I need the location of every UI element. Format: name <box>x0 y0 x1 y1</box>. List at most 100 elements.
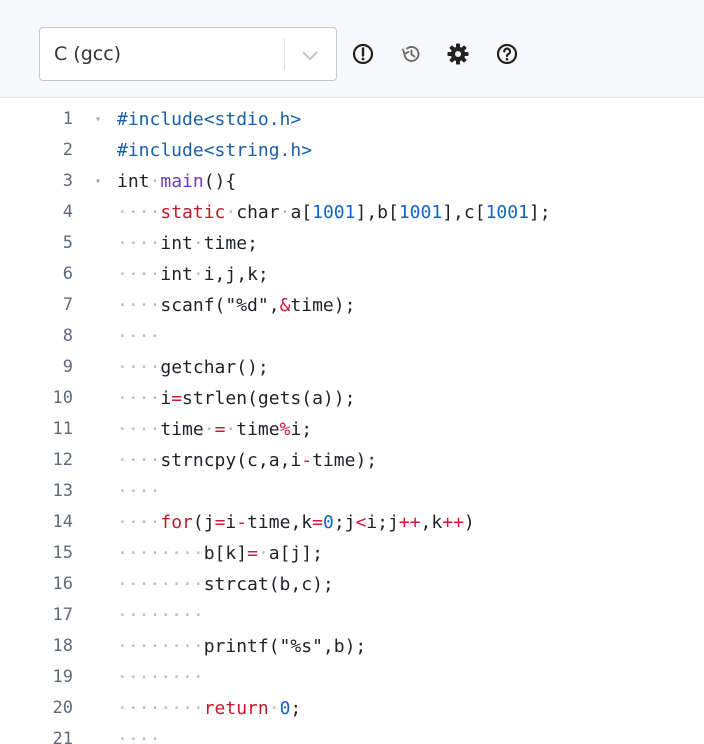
whitespace-marker: ···· <box>117 450 161 471</box>
code-text: ····time·=·time%i; <box>117 414 312 445</box>
history-icon[interactable] <box>399 42 423 66</box>
code-text: ····strncpy(c,a,i-time); <box>117 445 377 476</box>
code-line[interactable]: 3 ▾ int·main(){ <box>0 166 704 197</box>
code-token: b[k] <box>203 543 248 564</box>
gear-icon[interactable] <box>446 42 470 66</box>
code-line[interactable]: 10 ····i=strlen(gets(a)); <box>0 383 704 414</box>
code-text: int·main(){ <box>117 166 236 197</box>
code-line[interactable]: 5 ····int·time; <box>0 228 704 259</box>
code-line[interactable]: 19 ········ <box>0 662 704 693</box>
whitespace-marker: ···· <box>117 326 161 347</box>
whitespace-marker: ···· <box>117 202 161 223</box>
whitespace-marker: ········ <box>117 574 204 595</box>
whitespace-marker: · <box>279 202 291 223</box>
line-number: 2 <box>62 140 73 160</box>
code-token: scanf("%d", <box>160 295 280 316</box>
line-number: 9 <box>62 357 73 377</box>
code-token: int <box>160 233 193 254</box>
code-line[interactable]: 15 ········b[k]=·a[j]; <box>0 538 704 569</box>
code-token: = <box>214 419 226 440</box>
code-token: = <box>247 543 258 564</box>
code-line[interactable]: 6 ····int·i,j,k; <box>0 259 704 290</box>
whitespace-marker: ···· <box>117 295 161 316</box>
language-select[interactable]: C (gcc) <box>39 27 337 81</box>
alert-circle-icon[interactable] <box>351 42 375 66</box>
whitespace-marker: · <box>225 202 237 223</box>
select-separator <box>284 39 285 70</box>
line-number: 12 <box>52 450 73 470</box>
whitespace-marker: · <box>192 264 204 285</box>
whitespace-marker: ········ <box>117 543 204 564</box>
help-circle-icon[interactable] <box>495 42 519 66</box>
code-token: return <box>203 698 269 719</box>
code-line[interactable]: 4 ····static·char·a[1001],b[1001],c[1001]… <box>0 197 704 228</box>
code-token: strcat(b,c); <box>203 574 334 595</box>
code-token: time <box>160 419 204 440</box>
language-select-value: C (gcc) <box>54 43 122 65</box>
code-token: - <box>236 512 248 533</box>
whitespace-marker: · <box>257 543 269 564</box>
code-editor[interactable]: 1 ▾ #include<stdio.h> 2 #include<string.h> 3 ▾… <box>0 98 704 744</box>
code-line[interactable]: 14 ····for(j=i-time,k=0;j<i;j++,k++) <box>0 507 704 538</box>
code-line[interactable]: 13 ···· <box>0 476 704 507</box>
code-token: ]; <box>528 202 551 223</box>
code-line[interactable]: 9 ····getchar(); <box>0 352 704 383</box>
line-number: 1 <box>62 109 73 129</box>
code-line[interactable]: 18 ········printf("%s",b); <box>0 631 704 662</box>
code-token: % <box>279 419 291 440</box>
code-line[interactable]: 2 #include<string.h> <box>0 135 704 166</box>
code-line[interactable]: 20 ········return·0; <box>0 693 704 724</box>
fold-toggle-icon[interactable]: ▾ <box>95 166 101 197</box>
whitespace-marker: · <box>192 233 204 254</box>
code-token: time <box>236 419 280 440</box>
code-text: #include<string.h> <box>117 135 312 166</box>
code-token: - <box>301 450 313 471</box>
whitespace-marker: ···· <box>117 729 161 744</box>
code-text: ····for(j=i-time,k=0;j<i;j++,k++) <box>117 507 475 538</box>
code-text: ········return·0; <box>117 693 301 724</box>
line-number: 13 <box>52 481 73 501</box>
code-token: ],b[ <box>355 202 399 223</box>
whitespace-marker: · <box>149 171 161 192</box>
code-line[interactable]: 8 ···· <box>0 321 704 352</box>
code-token: 1001 <box>398 202 443 223</box>
code-token: < <box>355 512 367 533</box>
editor-toolbar: C (gcc) <box>0 0 704 98</box>
code-token: i <box>225 512 237 533</box>
line-number: 11 <box>52 419 73 439</box>
code-token: time,k <box>247 512 313 533</box>
code-token: & <box>279 295 291 316</box>
code-token: int <box>160 264 193 285</box>
code-token: for <box>160 512 193 533</box>
code-token: #include<string.h> <box>117 140 313 161</box>
code-token: ) <box>463 512 475 533</box>
line-number: 20 <box>52 698 73 718</box>
whitespace-marker: · <box>203 419 215 440</box>
chevron-down-icon[interactable] <box>299 44 321 66</box>
whitespace-marker: ···· <box>117 233 161 254</box>
whitespace-marker: ···· <box>117 419 161 440</box>
code-token: time); <box>290 295 356 316</box>
fold-toggle-icon[interactable]: ▾ <box>95 104 101 135</box>
code-token: i;j <box>366 512 399 533</box>
code-line[interactable]: 16 ········strcat(b,c); <box>0 569 704 600</box>
code-text: ···· <box>117 476 160 507</box>
code-text: ····int·time; <box>117 228 258 259</box>
whitespace-marker: ···· <box>117 264 161 285</box>
code-line[interactable]: 12 ····strncpy(c,a,i-time); <box>0 445 704 476</box>
whitespace-marker: ········ <box>117 605 204 626</box>
code-line[interactable]: 1 ▾ #include<stdio.h> <box>0 104 704 135</box>
line-number: 19 <box>52 667 73 687</box>
code-token: main <box>160 171 204 192</box>
code-line[interactable]: 11 ····time·=·time%i; <box>0 414 704 445</box>
code-token: time); <box>312 450 378 471</box>
code-line[interactable]: 17 ········ <box>0 600 704 631</box>
line-number: 5 <box>62 233 73 253</box>
code-token: 0 <box>322 512 334 533</box>
code-token: (j <box>192 512 215 533</box>
code-token: i; <box>290 419 313 440</box>
line-number: 18 <box>52 636 73 656</box>
code-line[interactable]: 7 ····scanf("%d",&time); <box>0 290 704 321</box>
code-token: ++ <box>398 512 421 533</box>
code-line[interactable]: 21 ···· <box>0 724 704 744</box>
